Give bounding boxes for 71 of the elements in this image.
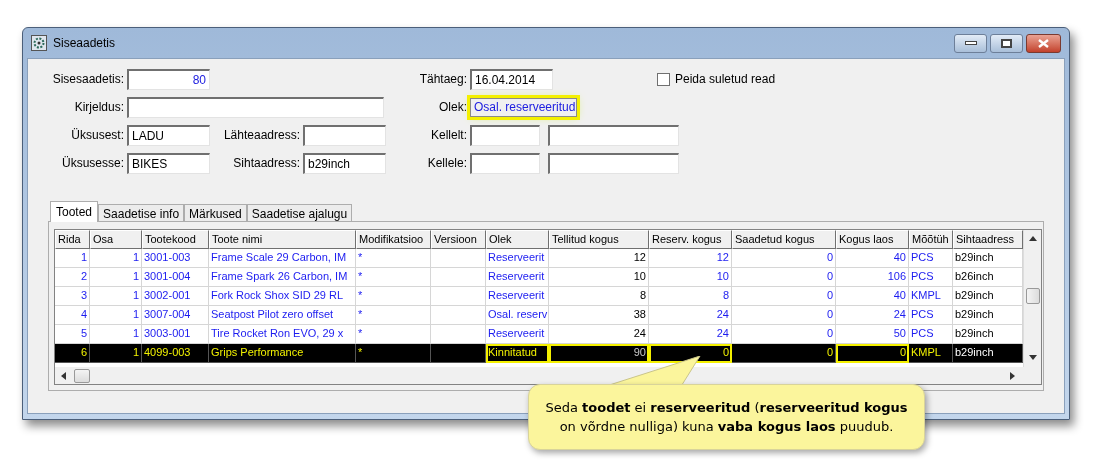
tab[interactable]: Saadetise ajalugu (246, 204, 353, 222)
column-header[interactable]: Olek (486, 230, 549, 249)
column-header[interactable]: Tellitud kogus (549, 230, 649, 249)
table-cell: 4099-003 (142, 344, 209, 363)
column-header[interactable]: Osa (90, 230, 142, 249)
scroll-down-icon[interactable] (1028, 355, 1037, 360)
scroll-thumb[interactable] (74, 368, 90, 383)
field-label: Kellelt: (429, 127, 468, 144)
column-header[interactable]: Toote nimi (209, 230, 356, 249)
table-cell: 0 (836, 344, 909, 363)
input-field[interactable] (548, 124, 679, 146)
table-cell: Grips Performance (209, 344, 356, 363)
scroll-up-icon[interactable] (1028, 236, 1037, 241)
column-header[interactable]: Versioon (431, 230, 486, 249)
table-cell: Reserveerit (486, 325, 549, 344)
table-cell: 50 (836, 325, 909, 344)
column-header[interactable]: Modifikatsioo (356, 230, 431, 249)
field-label: Kirjeldus: (73, 99, 125, 116)
table-cell: 6 (55, 344, 90, 363)
input-field[interactable]: 80 (127, 68, 210, 90)
callout-text: Seda toodet ei reserveeritud (reserveeritud kogus on võrdne nulliga) kuna vaba kogus laos puudub. (544, 399, 909, 436)
table-cell: 0 (649, 344, 732, 363)
input-field[interactable] (470, 124, 540, 146)
column-header[interactable]: Saadetud kogus (732, 230, 836, 249)
column-header[interactable]: Mõõtüh (909, 230, 953, 249)
field-label: Sisesaadetis: (51, 71, 125, 88)
table-cell: * (356, 344, 431, 363)
field-label: Kellele: (426, 155, 468, 172)
table-cell: 24 (549, 325, 649, 344)
input-field[interactable] (548, 152, 679, 174)
scroll-thumb[interactable] (1025, 288, 1040, 304)
field-label: Sihtaadress: (232, 155, 301, 172)
column-header[interactable]: Rida (55, 230, 90, 249)
field-label: Lähteaadress: (222, 127, 301, 144)
column-header[interactable]: Reserv. kogus (649, 230, 732, 249)
close-button[interactable] (1026, 33, 1061, 53)
field-label: Üksusest: (70, 127, 125, 144)
vertical-scrollbar[interactable] (1023, 230, 1041, 367)
input-field[interactable]: BIKES (127, 152, 210, 174)
checkbox[interactable] (657, 72, 670, 86)
maximize-button[interactable] (990, 33, 1023, 53)
column-header[interactable]: Sihtaadress (953, 230, 1023, 249)
tab[interactable]: Saadetise info (98, 204, 185, 222)
table-cell: 1 (90, 344, 142, 363)
close-icon (1038, 38, 1049, 48)
input-field[interactable] (303, 124, 386, 146)
input-field[interactable]: 16.04.2014 (470, 68, 553, 90)
field-label: Tähtaeg: (418, 71, 468, 88)
input-field[interactable] (127, 96, 384, 118)
column-header[interactable]: Tootekood (142, 230, 209, 249)
field-label: Olek: (438, 99, 468, 116)
input-field[interactable]: LADU (127, 124, 210, 146)
column-header[interactable]: Kogus laos (836, 230, 909, 249)
input-field[interactable]: b29inch (303, 152, 386, 174)
checkbox-label: Peida suletud read (675, 71, 776, 88)
field-label: Üksusesse: (60, 155, 125, 172)
table-cell: 90 (549, 344, 649, 363)
table-cell: 0 (732, 344, 836, 363)
table-cell: 24 (649, 325, 732, 344)
window-title: Siseaadetis (53, 35, 116, 52)
table-cell: KMPL (909, 344, 953, 363)
tab[interactable]: Märkused (184, 204, 247, 222)
table-cell: Kinnitatud (486, 344, 549, 363)
tab[interactable]: Tooted (50, 201, 99, 222)
scroll-right-icon[interactable] (1010, 371, 1015, 380)
input-field[interactable] (470, 152, 540, 174)
app-icon (31, 35, 47, 51)
scroll-left-icon[interactable] (61, 371, 66, 380)
minimize-button[interactable] (954, 33, 987, 53)
status-field[interactable]: Osal. reserveeritud (470, 97, 577, 117)
horizontal-scrollbar[interactable] (55, 367, 1041, 384)
